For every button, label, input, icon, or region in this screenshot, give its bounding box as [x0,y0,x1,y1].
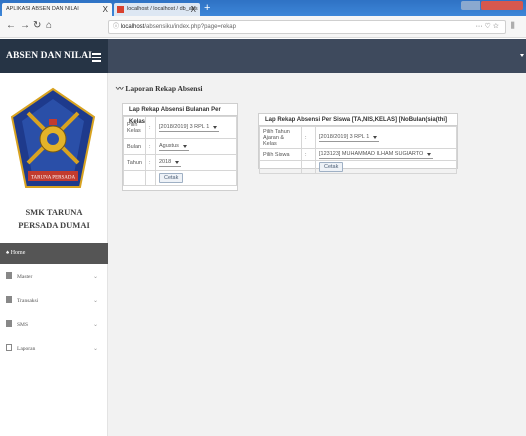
form-row: Cetak [123,170,237,186]
field-label: Pilih Siswa [259,148,302,161]
grid-icon [6,344,12,351]
form-table: Pilih Tahun Ajaran & Kelas : [2018/2019]… [259,126,457,174]
field-cell: Agustus [155,138,237,155]
sidebar: TARUNA PERSADA SMK TARUNA PERSADA DUMAI … [0,73,108,436]
browser-tab-active[interactable]: APLIKASI ABSEN DAN NILAI X [2,3,112,16]
chevron-down-icon: ⌄ [92,346,98,352]
sidebar-item-label: SMS [17,322,29,328]
window-close-button[interactable] [461,1,523,10]
page-title: 〰 Laporan Rekap Absensi [116,83,202,94]
library-icon[interactable]: ⫼ [511,21,515,31]
app-header-bar [108,39,526,73]
field-cell: [123123] MUHAMMAD ILHAM SUGIARTO [315,148,457,161]
form-row: Tahun : 2018 [123,154,237,171]
field-separator: : [301,148,316,161]
field-cell: Cetak [315,160,457,174]
form-row: Bulan : Agustus [123,138,237,155]
sidebar-item-laporan[interactable]: Laporan ⌄ [0,340,108,358]
field-separator: : [145,116,156,139]
menu-toggle-icon[interactable] [92,53,101,64]
school-name: SMK TARUNA PERSADA DUMAI [0,206,108,232]
cetak-button[interactable]: Cetak [159,173,184,183]
reload-icon[interactable]: ↻ [33,20,41,32]
cetak-button[interactable]: Cetak [319,162,344,172]
browser-tab-inactive[interactable]: localhost / localhost / db_abs X [114,3,200,16]
tahun-ajaran-select[interactable]: [2018/2019] 3 RPL 1 [319,133,380,142]
forward-icon[interactable]: → [20,20,30,32]
sidebar-item-label: Transaksi [17,298,39,304]
logo-banner-text: TARUNA PERSADA [31,176,76,181]
url-path: /absensiku/index.php?page=rekap [144,24,236,30]
page-actions[interactable]: ··· ♡ ☆ [476,21,499,33]
address-bar[interactable]: ⓘ localhost/absensiku/index.php?page=rek… [108,20,506,34]
field-label: Bulan [123,138,146,155]
empty-cell [145,170,156,186]
field-label: Tahun [123,154,146,171]
school-name-line2: PERSADA DUMAI [18,220,90,230]
kelas-select[interactable]: [2018/2019] 3 RPL 1 [159,123,220,132]
panel-rekap-siswa: Lap Rekap Absensi Per Siswa [TA,NIS,KELA… [258,113,458,174]
form-row: Pilih Tahun Ajaran & Kelas : [2018/2019]… [259,126,457,149]
tab-label: localhost / localhost / db_abs [127,6,198,12]
form-row: Cetak [259,160,457,174]
window-minimize-button[interactable] [461,1,480,10]
panel-heading: Lap Rekap Absensi Per Siswa [TA,NIS,KELA… [259,114,457,126]
field-cell: [2018/2019] 3 RPL 1 [155,116,237,139]
sidebar-item-label: Laporan [17,346,36,352]
bulan-select[interactable]: Agustus [159,142,189,151]
app-header-brand: ABSEN DAN NILAI [0,39,108,73]
browser-nav-bar: ← → ↻ ⌂ ⓘ localhost/absensiku/index.php?… [0,16,526,38]
field-separator: : [145,154,156,171]
sidebar-item-label: Master [17,274,33,280]
file-icon [6,320,12,327]
info-icon: ⓘ [113,24,121,30]
tab-label: APLIKASI ABSEN DAN NILAI [6,6,79,12]
field-cell: Cetak [155,170,237,186]
school-logo: TARUNA PERSADA [10,87,96,188]
sidebar-item-label: Home [10,250,26,256]
chevron-down-icon: ⌄ [92,274,98,280]
panel-heading: Lap Rekap Absensi Bulanan Per Kelas [123,104,237,125]
tab-close-icon[interactable]: X [191,3,196,16]
tahun-select[interactable]: 2018 [159,158,182,167]
empty-cell [301,160,316,174]
url-host: localhost [120,24,145,30]
chevron-down-icon: ⌄ [92,322,98,328]
favicon-icon [117,6,124,13]
home-icon[interactable]: ⌂ [46,20,52,32]
form-row: Pilih Siswa : [123123] MUHAMMAD ILHAM SU… [259,148,457,161]
field-separator: : [301,126,316,149]
browser-tab-strip: APLIKASI ABSEN DAN NILAI X localhost / l… [0,0,526,16]
school-name-line1: SMK TARUNA [25,207,83,217]
sidebar-item-transaksi[interactable]: Transaksi ⌄ [0,292,108,310]
user-dropdown-icon[interactable] [520,54,524,57]
chart-line-icon: 〰 [116,84,126,93]
main-content: 〰 Laporan Rekap Absensi Lap Rekap Absens… [108,73,526,436]
field-cell: 2018 [155,154,237,171]
file-icon [6,272,12,279]
field-separator: : [145,138,156,155]
sidebar-item-sms[interactable]: SMS ⌄ [0,316,108,334]
field-cell: [2018/2019] 3 RPL 1 [315,126,457,149]
tab-close-icon[interactable]: X [103,3,108,16]
home-menu-icon: ♠ [6,250,10,256]
panel-rekap-bulanan: Lap Rekap Absensi Bulanan Per Kelas Pili… [122,103,238,191]
page-title-text: Laporan Rekap Absensi [125,84,203,93]
sidebar-item-home[interactable]: ♠ Home [0,243,108,264]
empty-cell [123,170,146,186]
new-tab-button[interactable]: + [204,2,210,14]
sidebar-item-master[interactable]: Master ⌄ [0,268,108,286]
empty-cell [259,160,302,174]
chevron-down-icon: ⌄ [92,298,98,304]
back-icon[interactable]: ← [6,20,16,32]
siswa-select[interactable]: [123123] MUHAMMAD ILHAM SUGIARTO [319,150,434,159]
field-label: Pilih Tahun Ajaran & Kelas [259,126,302,149]
file-icon [6,296,12,303]
app-title: ABSEN DAN NILAI [6,51,92,61]
